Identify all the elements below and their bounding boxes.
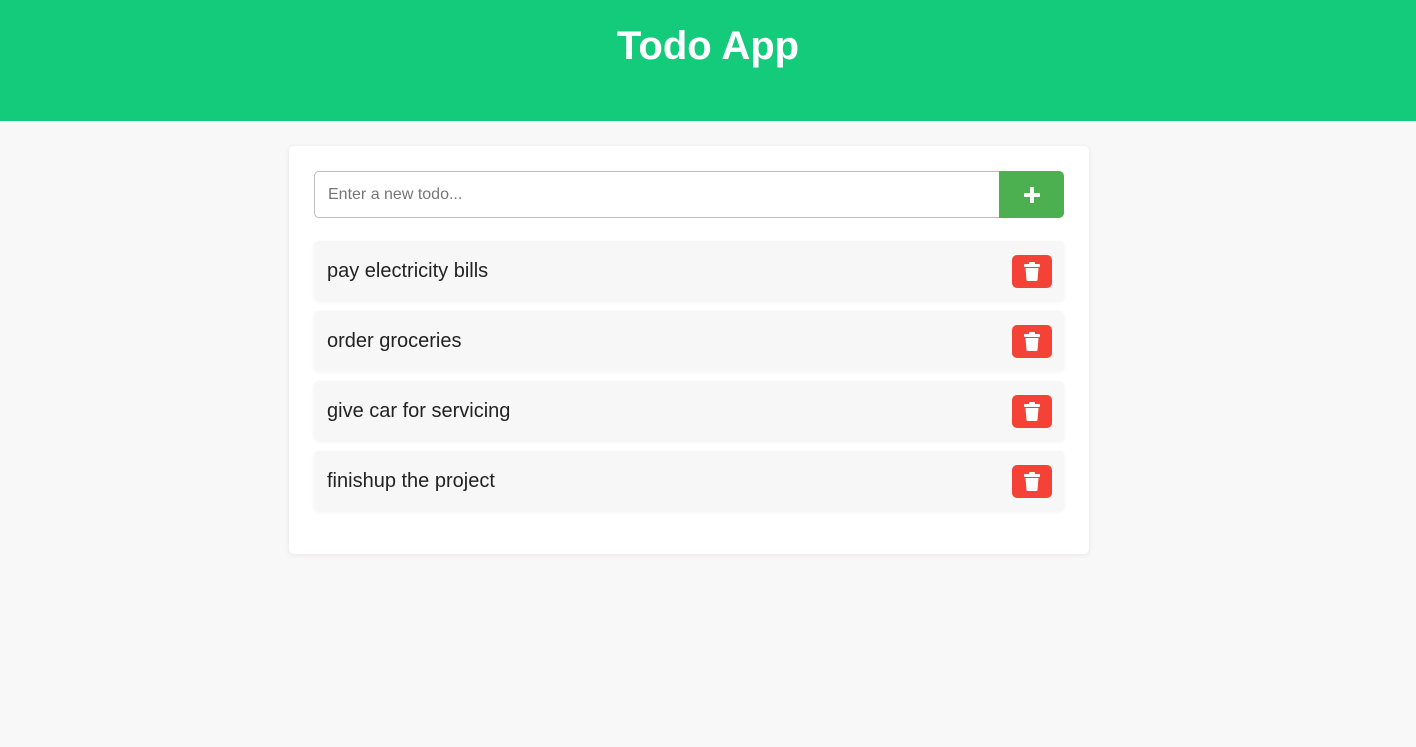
- trash-icon: [1024, 471, 1040, 491]
- todo-text: finishup the project: [327, 469, 495, 492]
- todo-input[interactable]: [314, 171, 999, 218]
- todo-item: give car for servicing: [314, 381, 1064, 441]
- todo-text: give car for servicing: [327, 399, 511, 422]
- todo-item: pay electricity bills: [314, 241, 1064, 301]
- todo-item: finishup the project: [314, 451, 1064, 511]
- todo-item: order groceries: [314, 311, 1064, 371]
- app-header: Todo App: [0, 0, 1416, 121]
- todo-text: pay electricity bills: [327, 259, 489, 282]
- delete-todo-button[interactable]: [1012, 394, 1052, 428]
- trash-icon: [1024, 261, 1040, 281]
- page-title: Todo App: [616, 24, 800, 68]
- delete-todo-button[interactable]: [1012, 464, 1052, 498]
- input-row: [314, 171, 1064, 218]
- delete-todo-button[interactable]: [1012, 254, 1052, 288]
- trash-icon: [1024, 331, 1040, 351]
- todo-list: pay electricity bills order groceries gi…: [314, 241, 1064, 511]
- plus-icon: [1023, 186, 1040, 203]
- todo-card: pay electricity bills order groceries: [289, 146, 1089, 554]
- delete-todo-button[interactable]: [1012, 324, 1052, 358]
- trash-icon: [1024, 401, 1040, 421]
- todo-text: order groceries: [327, 329, 462, 352]
- add-todo-button[interactable]: [999, 171, 1064, 218]
